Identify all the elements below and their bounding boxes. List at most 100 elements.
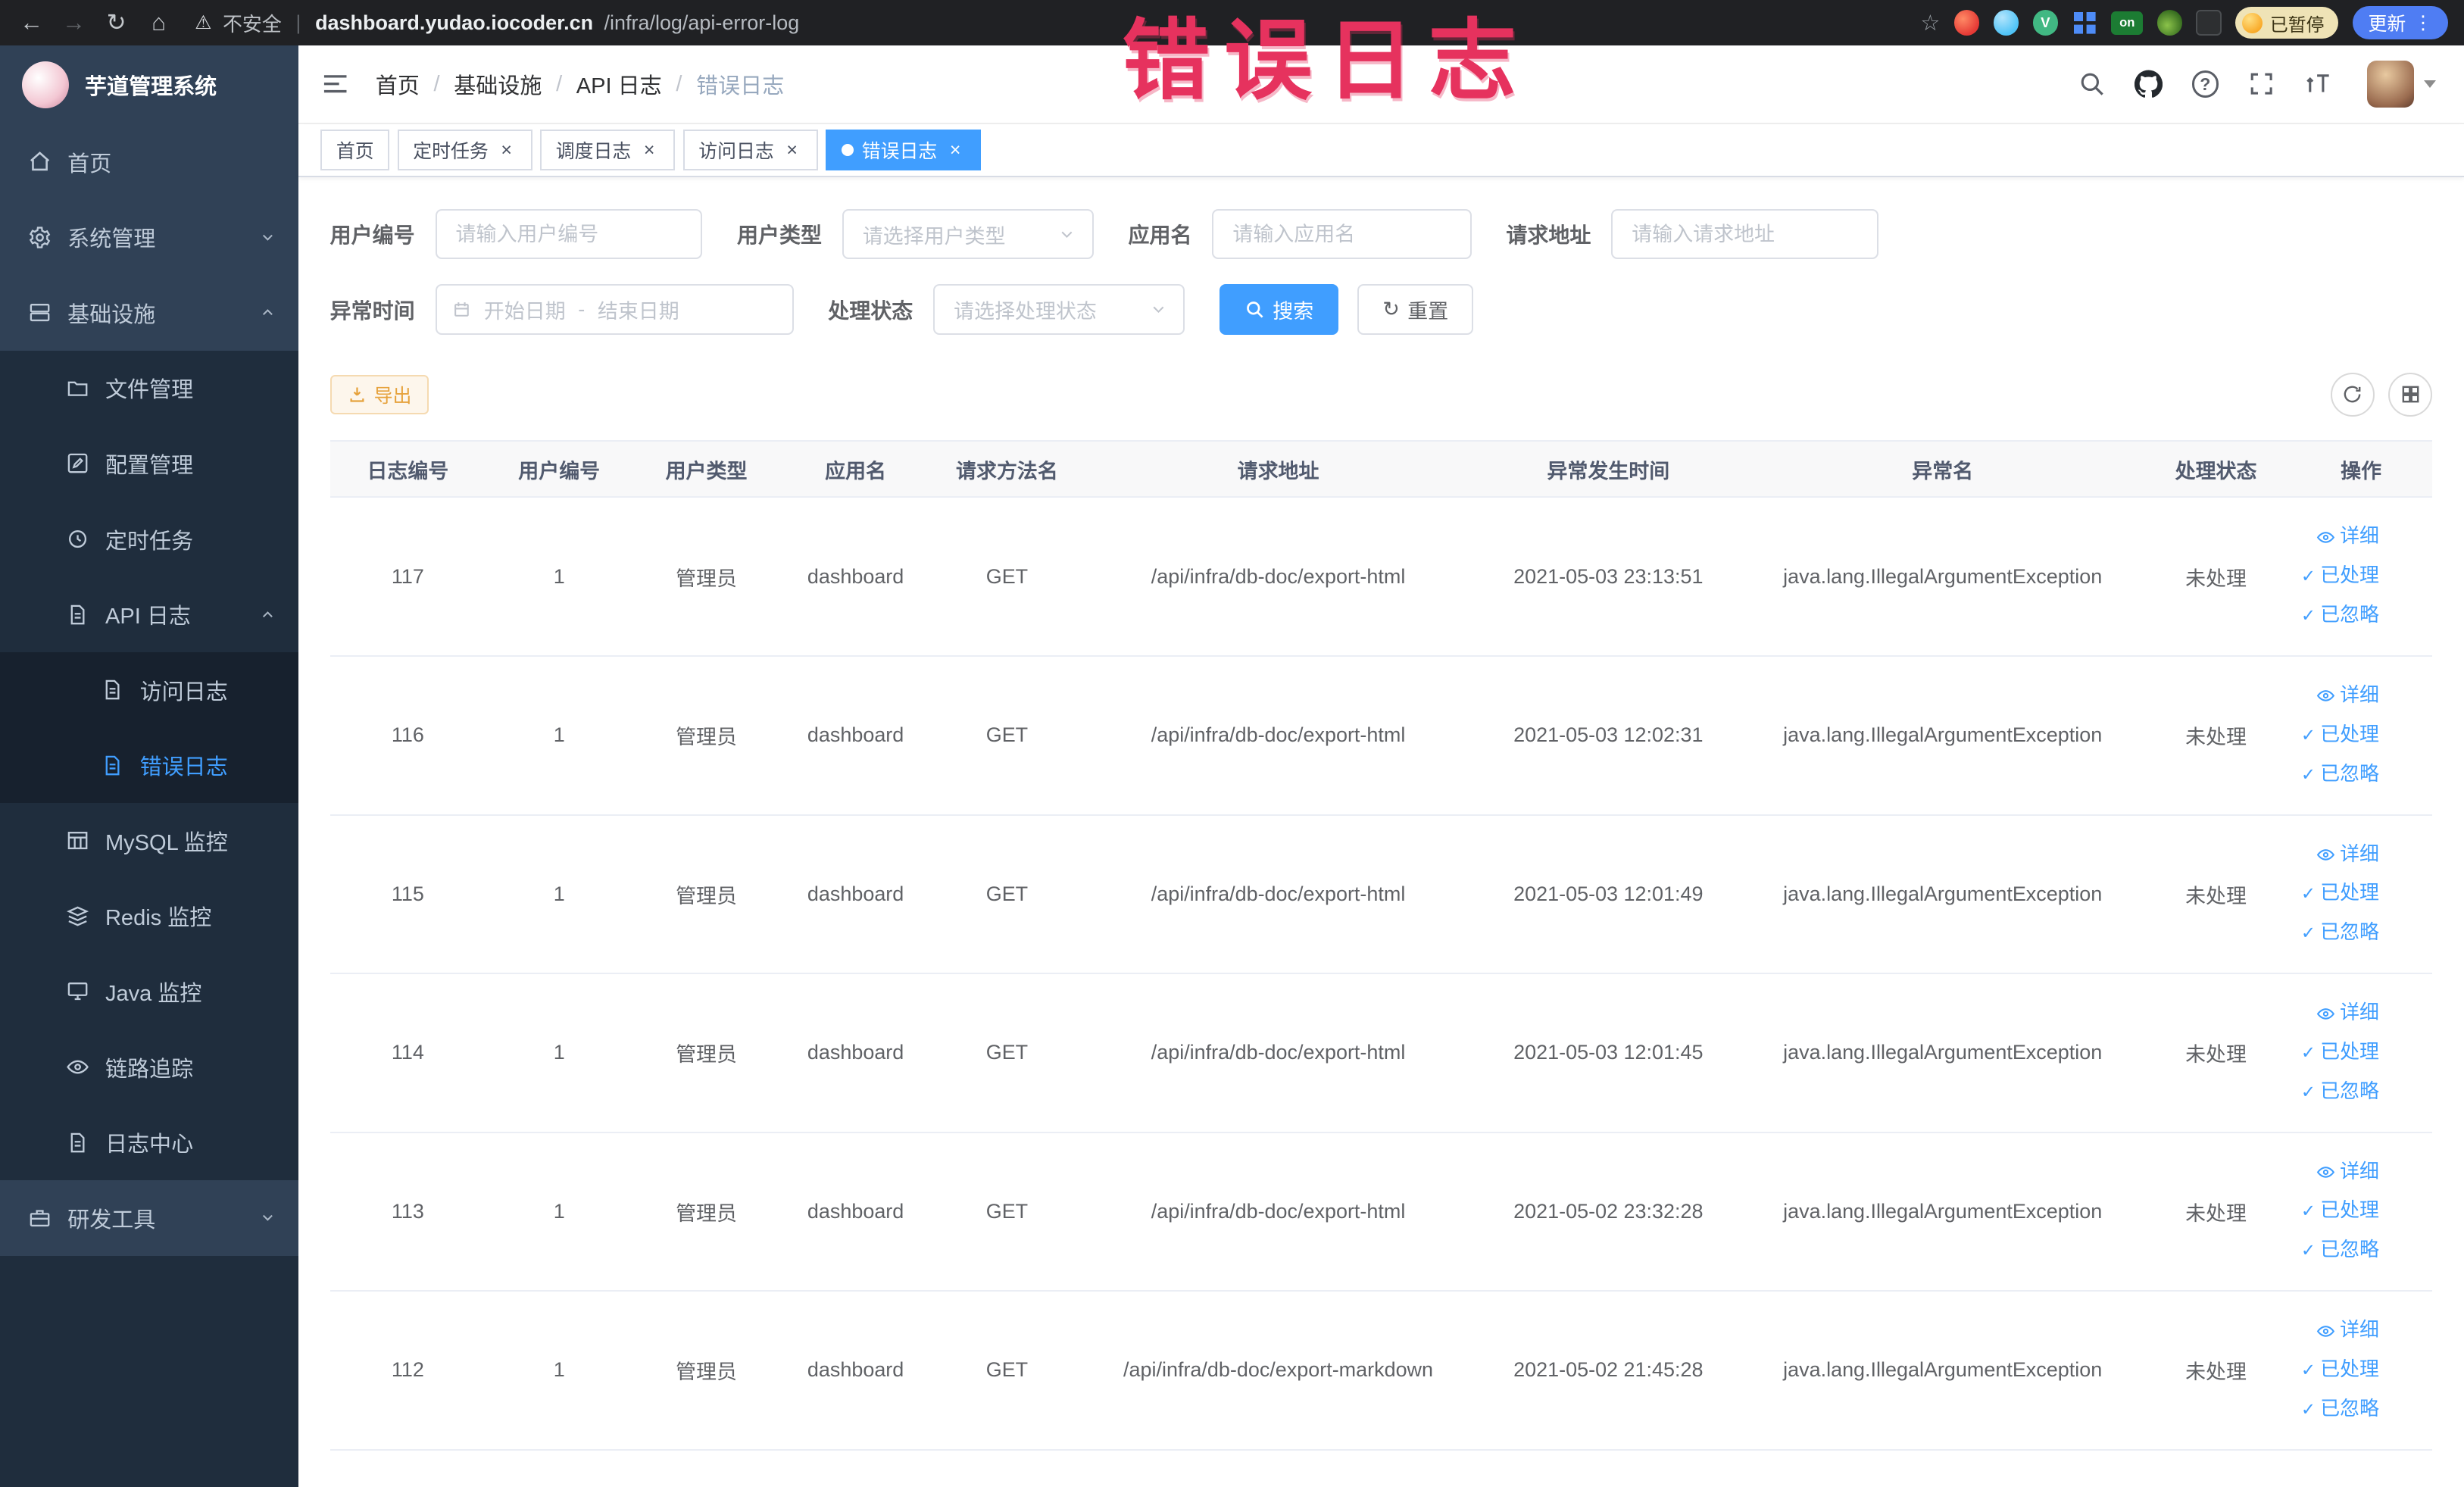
sidebar-item-system[interactable]: 系统管理 [0, 199, 299, 276]
detail-link[interactable]: 详细 [2290, 1153, 2379, 1192]
sidebar-item-dev-tools[interactable]: 研发工具 [0, 1179, 299, 1256]
caret-down-icon [2423, 80, 2436, 88]
bookmark-star-icon[interactable]: ☆ [1920, 10, 1940, 36]
document-icon [70, 1132, 85, 1153]
close-icon[interactable]: × [945, 140, 966, 161]
reset-button[interactable]: ↻ 重置 [1357, 284, 1474, 335]
sidebar-item-scheduled-jobs[interactable]: 定时任务 [0, 501, 299, 577]
extension-icon-plant[interactable] [2156, 10, 2182, 36]
request-url-input[interactable] [1611, 208, 1879, 260]
detail-link[interactable]: 详细 [2290, 994, 2379, 1033]
help-icon[interactable]: ? [2188, 67, 2223, 102]
close-icon[interactable]: × [496, 140, 517, 161]
processed-link[interactable]: ✓ 已处理 [2290, 1351, 2379, 1390]
user-id-input[interactable] [435, 208, 703, 260]
user-type-select[interactable]: 请选择用户类型 [842, 208, 1094, 260]
extensions-puzzle-icon[interactable] [2196, 10, 2222, 36]
ignore-link[interactable]: ✓ 已忽略 [2290, 914, 2379, 953]
processed-link[interactable]: ✓ 已处理 [2290, 1033, 2379, 1073]
check-icon: ✓ [2300, 764, 2316, 784]
sidebar-item-api-log[interactable]: API 日志 [0, 576, 299, 652]
extension-icon-grid[interactable] [2072, 10, 2097, 35]
process-status-select[interactable]: 请选择处理状态 [933, 284, 1185, 335]
close-icon[interactable]: × [639, 140, 660, 161]
exception-time-range-picker[interactable]: 开始日期 - 结束日期 [435, 284, 794, 335]
fullscreen-icon[interactable] [2244, 67, 2279, 102]
sidebar-item-infra[interactable]: 基础设施 [0, 275, 299, 351]
briefcase-icon [30, 1210, 50, 1227]
extension-icon-on[interactable]: on [2111, 11, 2143, 35]
breadcrumb-item[interactable]: 首页 [376, 68, 420, 100]
breadcrumb-item[interactable]: API 日志 [576, 68, 662, 100]
sidebar-item-file-management[interactable]: 文件管理 [0, 350, 299, 426]
header-search-icon[interactable] [2075, 67, 2110, 102]
tab-access-log[interactable]: 访问日志 × [682, 130, 818, 171]
export-button[interactable]: 导出 [329, 374, 429, 414]
check-icon: ✓ [2300, 1042, 2316, 1062]
sidebar-item-config-management[interactable]: 配置管理 [0, 426, 299, 501]
processed-link[interactable]: ✓ 已处理 [2290, 716, 2379, 755]
ignore-link[interactable]: ✓ 已忽略 [2290, 755, 2379, 795]
filter-exception-time: 异常时间 开始日期 - 结束日期 [330, 284, 794, 335]
tab-home[interactable]: 首页 [320, 130, 390, 171]
tab-error-log[interactable]: 错误日志 × [826, 130, 982, 171]
col-request-url: 请求地址 [1082, 439, 1474, 498]
cell-user-type: 管理员 [632, 1291, 780, 1451]
app-name-input[interactable] [1212, 208, 1472, 260]
sidebar-item-log-center[interactable]: 日志中心 [0, 1104, 299, 1180]
forward-icon[interactable]: → [58, 0, 89, 45]
sidebar-item-trace[interactable]: 链路追踪 [0, 1029, 299, 1105]
ignore-link[interactable]: ✓ 已忽略 [2290, 1073, 2379, 1112]
cell-user-type: 管理员 [632, 814, 780, 975]
breadcrumb-item[interactable]: 基础设施 [454, 68, 542, 100]
check-icon: ✓ [2300, 1240, 2316, 1261]
back-icon[interactable]: ← [16, 0, 47, 45]
sidebar-item-access-log[interactable]: 访问日志 [0, 651, 299, 728]
sidebar-item-label: 定时任务 [105, 529, 194, 554]
profile-paused-badge[interactable]: 已暂停 [2235, 7, 2339, 39]
detail-link[interactable]: 详细 [2290, 517, 2379, 557]
breadcrumb-separator: / [676, 71, 682, 96]
sidebar-item-java-monitor[interactable]: Java 监控 [0, 954, 299, 1029]
date-start-placeholder: 开始日期 [483, 300, 566, 323]
user-menu[interactable] [2366, 60, 2436, 108]
extension-icon-vue[interactable]: V [2032, 10, 2058, 36]
filter-user-id: 用户编号 [330, 208, 703, 260]
extension-icon-drop[interactable] [1993, 10, 2019, 36]
processed-link[interactable]: ✓ 已处理 [2290, 1192, 2379, 1231]
processed-link[interactable]: ✓ 已处理 [2290, 557, 2379, 596]
security-label[interactable]: 不安全 [223, 9, 282, 37]
monitor-icon [67, 982, 88, 1001]
ignore-link[interactable]: ✓ 已忽略 [2290, 1231, 2379, 1270]
address-bar[interactable]: ⚠ 不安全 | dashboard.yudao.iocoder.cn/infra… [195, 9, 799, 37]
extension-icon-red[interactable] [1954, 10, 1980, 36]
tab-scheduled-jobs[interactable]: 定时任务 × [397, 130, 532, 171]
sidebar-item-mysql-monitor[interactable]: MySQL 监控 [0, 803, 299, 879]
close-icon[interactable]: × [782, 140, 802, 161]
sidebar-item-label: 配置管理 [105, 453, 194, 478]
column-settings-button[interactable] [2388, 372, 2433, 417]
detail-link[interactable]: 详细 [2290, 836, 2379, 875]
browser-home-icon[interactable]: ⌂ [143, 0, 174, 45]
sidebar-logo[interactable]: 芋道管理系统 [0, 45, 299, 124]
detail-link[interactable]: 详细 [2290, 676, 2379, 716]
sidebar-item-home[interactable]: 首页 [0, 123, 299, 200]
sidebar-item-error-log[interactable]: 错误日志 [0, 727, 299, 804]
cell-exception-name: java.lang.IllegalArgumentException [1742, 1291, 2143, 1451]
ignore-link[interactable]: ✓ 已忽略 [2290, 596, 2379, 636]
breadcrumb: 首页 / 基础设施 / API 日志 / 错误日志 [376, 68, 784, 100]
tab-dispatch-log[interactable]: 调度日志 × [540, 130, 676, 171]
refresh-table-button[interactable] [2330, 372, 2375, 417]
detail-link[interactable]: 详细 [2290, 1311, 2379, 1351]
ignore-link[interactable]: ✓ 已忽略 [2290, 1390, 2379, 1429]
eye-icon [2316, 1167, 2335, 1178]
github-icon[interactable] [2131, 67, 2166, 102]
browser-update-button[interactable]: 更新 ⋮ [2352, 6, 2449, 39]
sidebar-item-redis-monitor[interactable]: Redis 监控 [0, 878, 299, 954]
reload-icon[interactable]: ↻ [101, 0, 132, 45]
processed-link[interactable]: ✓ 已处理 [2290, 874, 2379, 914]
search-button[interactable]: 搜索 [1219, 284, 1339, 335]
breadcrumb-separator: / [556, 71, 563, 96]
hamburger-icon[interactable] [320, 69, 350, 98]
font-size-icon[interactable] [2301, 67, 2336, 102]
